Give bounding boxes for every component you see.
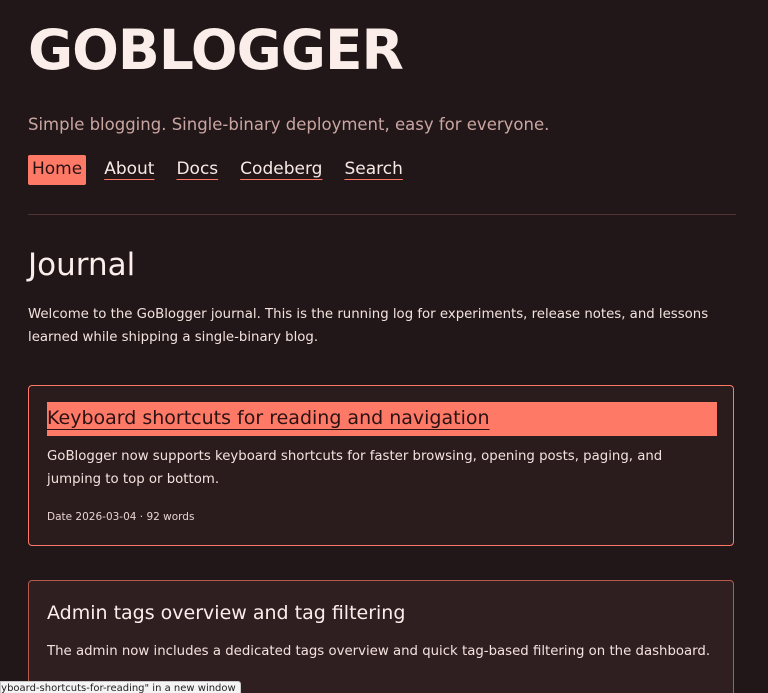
nav-item-codeberg[interactable]: Codeberg [240,155,322,185]
post-excerpt: The admin now includes a dedicated tags … [47,644,711,659]
nav-item-search[interactable]: Search [344,155,402,185]
post-title-link[interactable]: Keyboard shortcuts for reading and navig… [47,407,490,429]
journal-intro: Welcome to the GoBlogger journal. This i… [28,307,709,345]
post-title-link[interactable]: Admin tags overview and tag filtering [47,597,405,629]
nav-item-about[interactable]: About [104,155,154,185]
nav-item-docs[interactable]: Docs [176,155,218,185]
post-card: Admin tags overview and tag filtering Th… [28,580,734,693]
main-nav: Home About Docs Codeberg Search [28,155,425,185]
browser-status-bar: eyboard-shortcuts-for-reading" in a new … [0,681,241,693]
header-divider [28,214,736,215]
page: GOBLOGGER Simple blogging. Single-binary… [0,0,768,693]
post-title: Keyboard shortcuts for reading and navig… [47,402,717,436]
site-tagline: Simple blogging. Single-binary deploymen… [28,115,550,134]
nav-item-home[interactable]: Home [28,155,87,185]
post-card: Keyboard shortcuts for reading and navig… [28,385,734,546]
post-excerpt: GoBlogger now supports keyboard shortcut… [47,449,663,487]
post-meta: Date 2026-03-04 · 92 words [47,511,195,523]
site-title[interactable]: GOBLOGGER [28,14,404,86]
status-bar-text: eyboard-shortcuts-for-reading" in a new … [0,683,236,693]
page-title: Journal [28,247,136,283]
